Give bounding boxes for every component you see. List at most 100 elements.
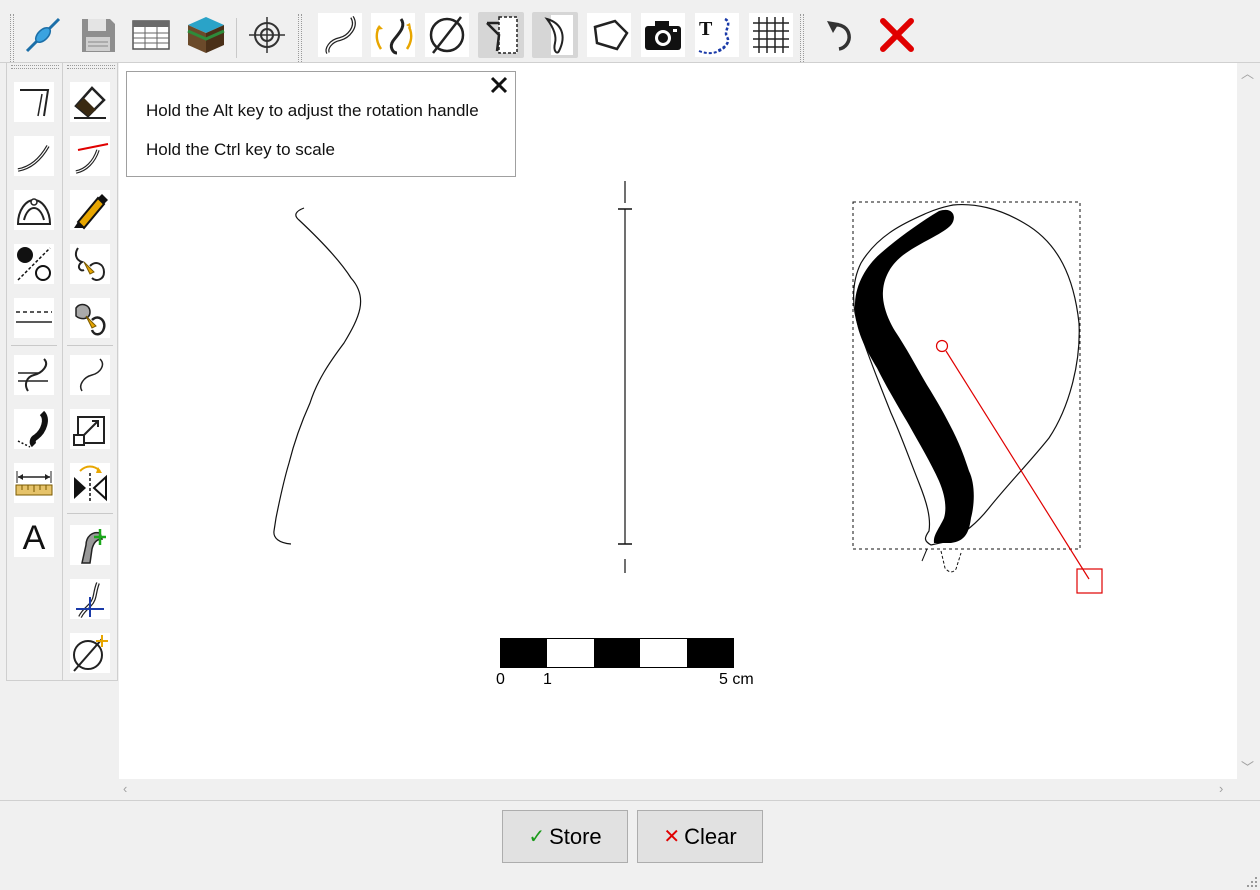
grid-icon (749, 13, 793, 57)
left-panel-grip[interactable] (11, 65, 59, 69)
scale-label-one: 1 (543, 671, 552, 688)
foot-fragment-dashed (940, 550, 962, 573)
scale-segment (501, 639, 548, 667)
curve-segment-tool[interactable] (14, 136, 54, 176)
fill-outline-icon (70, 244, 110, 284)
table-grid-icon (132, 20, 170, 50)
close-icon[interactable] (488, 74, 510, 96)
dashed-line-tool[interactable] (14, 298, 54, 338)
curve-segment-icon (14, 136, 54, 176)
floppy-disk-icon (82, 19, 115, 52)
soil-layers-icon (187, 17, 225, 53)
scale-segment (686, 639, 734, 667)
axis-point-icon (70, 579, 110, 619)
mirror-flip-icon (70, 463, 110, 503)
eraser-icon (70, 82, 110, 122)
camera-button[interactable] (640, 12, 686, 58)
thick-profile-tool[interactable] (14, 409, 54, 449)
scale-bar (500, 638, 734, 668)
svg-text:T: T (699, 18, 713, 40)
outline-button[interactable] (532, 12, 578, 58)
thick-profile-icon (14, 409, 54, 449)
probe-pin-icon (25, 17, 61, 53)
text-tool[interactable]: A (14, 517, 54, 557)
scale-box-icon (70, 409, 110, 449)
rim-profile-tool[interactable] (14, 82, 54, 122)
scale-label-zero: 0 (496, 671, 505, 688)
left-tool-panel: A (6, 63, 118, 681)
eraser-tool[interactable] (70, 82, 110, 122)
undo-icon (827, 21, 851, 51)
main-toolbar: T (0, 0, 1260, 64)
scroll-right-icon[interactable]: › (1219, 782, 1223, 795)
resize-grip-icon[interactable] (1247, 877, 1257, 887)
profile-curve-icon (318, 13, 362, 57)
clear-button[interactable]: ✕ Clear (637, 810, 763, 863)
fill-shape-tool[interactable] (70, 298, 110, 338)
hint-ctrl-text: Hold the Ctrl key to scale (146, 140, 335, 159)
undo-button[interactable] (820, 12, 866, 58)
pencil-tool[interactable] (70, 190, 110, 230)
diameter-add-tool[interactable] (70, 633, 110, 673)
scroll-up-icon[interactable]: ︿ (1241, 67, 1254, 80)
select-profile-button[interactable] (478, 12, 524, 58)
polygon-button[interactable] (586, 12, 632, 58)
save-button[interactable] (75, 12, 121, 58)
handle-lug-tool[interactable] (14, 190, 54, 230)
toolbar-grip[interactable] (10, 14, 14, 64)
dot-circle-split-icon (14, 244, 54, 284)
fill-shape-icon (70, 298, 110, 338)
scale-handle-square[interactable] (1076, 568, 1103, 594)
add-point-icon (70, 525, 110, 565)
mirror-flip-tool[interactable] (70, 463, 110, 503)
dot-circle-split-tool[interactable] (14, 244, 54, 284)
profile-join-icon (14, 355, 54, 395)
vertical-scrollbar[interactable]: ︿ ﹀ (1237, 63, 1258, 779)
pencil-icon (70, 190, 110, 230)
trim-curve-icon (70, 136, 110, 176)
hint-alt-text: Hold the Alt key to adjust the rotation … (146, 101, 479, 120)
fill-outline-tool[interactable] (70, 244, 110, 284)
select-profile-icon (486, 16, 518, 54)
scroll-down-icon[interactable]: ﹀ (1241, 761, 1254, 774)
rim-profile-icon (14, 82, 54, 122)
store-button[interactable]: ✓ Store (502, 810, 628, 863)
profile-drawing-window: T A Hold the Alt key to adjust the rotat… (0, 0, 1260, 890)
text-on-path-button[interactable]: T (694, 12, 740, 58)
foot-fragment-line (921, 548, 928, 562)
trim-curve-tool[interactable] (70, 136, 110, 176)
scroll-left-icon[interactable]: ‹ (123, 782, 127, 795)
layers-button[interactable] (183, 12, 229, 58)
scale-segment (640, 639, 687, 667)
left-panel-grip-2[interactable] (67, 65, 115, 69)
scale-label-five-cm: 5 cm (719, 671, 754, 688)
store-label: Store (549, 823, 602, 849)
horizontal-scrollbar[interactable]: ‹ › (119, 779, 1237, 799)
grid-button[interactable] (748, 12, 794, 58)
probe-pin-button[interactable] (20, 12, 66, 58)
profile-curve-button[interactable] (317, 12, 363, 58)
scale-box-tool[interactable] (70, 409, 110, 449)
s-curve-icon (70, 355, 110, 395)
measure-ruler-tool[interactable] (14, 463, 54, 503)
text-tool-label: A (23, 519, 46, 557)
axis-point-tool[interactable] (70, 579, 110, 619)
outline-icon (544, 15, 573, 55)
profile-join-tool[interactable] (14, 355, 54, 395)
s-curve-tool[interactable] (70, 355, 110, 395)
bottom-action-bar: ✓ Store ✕ Clear (0, 800, 1260, 890)
checkmark-icon: ✓ (528, 826, 546, 848)
handle-lug-icon (14, 190, 54, 230)
diameter-icon (425, 13, 469, 57)
hint-popup: Hold the Alt key to adjust the rotation … (126, 71, 516, 177)
profile-outline-contour[interactable] (273, 207, 362, 545)
clear-x-icon: ✕ (663, 826, 681, 848)
target-button[interactable] (244, 12, 290, 58)
add-point-tool[interactable] (70, 525, 110, 565)
delete-button[interactable] (874, 12, 920, 58)
rotate-profile-button[interactable] (370, 12, 416, 58)
diameter-button[interactable] (424, 12, 470, 58)
table-button[interactable] (128, 12, 174, 58)
clear-label: Clear (684, 823, 737, 849)
polygon-icon (587, 13, 631, 57)
